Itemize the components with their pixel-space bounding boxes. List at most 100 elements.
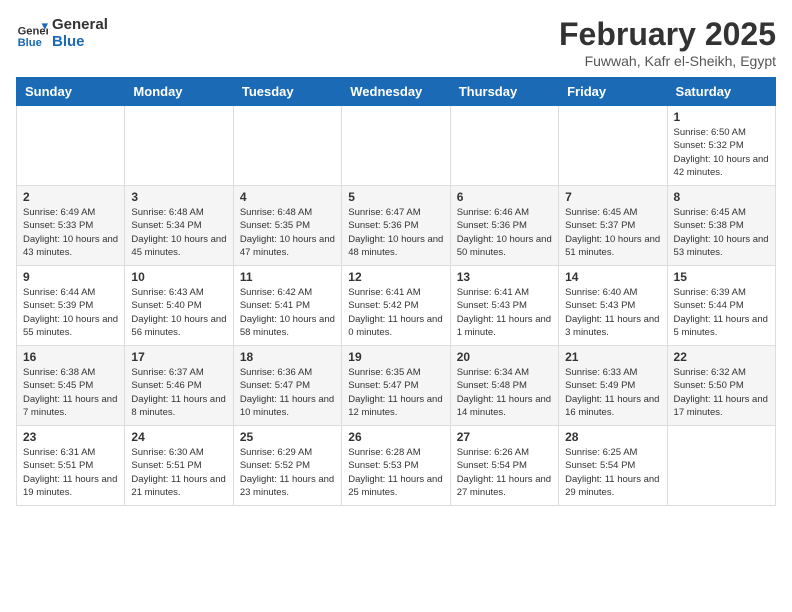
day-cell: 9 Sunrise: 6:44 AM Sunset: 5:39 PM Daylig… bbox=[17, 266, 125, 346]
day-cell bbox=[450, 106, 558, 186]
svg-text:General: General bbox=[18, 26, 48, 38]
day-info: Sunrise: 6:34 AM Sunset: 5:48 PM Dayligh… bbox=[457, 366, 552, 419]
col-header-sunday: Sunday bbox=[17, 78, 125, 106]
day-number: 23 bbox=[23, 430, 118, 444]
day-cell: 3Sunrise: 6:48 AM Sunset: 5:34 PM Daylig… bbox=[125, 186, 233, 266]
week-row-3: 9 Sunrise: 6:44 AM Sunset: 5:39 PM Daylig… bbox=[17, 266, 776, 346]
day-number: 16 bbox=[23, 350, 118, 364]
day-cell: 10 Sunrise: 6:43 AM Sunset: 5:40 PM Dayli… bbox=[125, 266, 233, 346]
day-cell bbox=[559, 106, 667, 186]
day-info: Sunrise: 6:26 AM Sunset: 5:54 PM Dayligh… bbox=[457, 446, 552, 499]
month-title: February 2025 bbox=[559, 16, 776, 53]
day-number: 24 bbox=[131, 430, 226, 444]
logo-line1: General bbox=[52, 16, 108, 33]
week-row-1: 1Sunrise: 6:50 AM Sunset: 5:32 PM Daylig… bbox=[17, 106, 776, 186]
day-cell: 2 Sunrise: 6:49 AM Sunset: 5:33 PM Daylig… bbox=[17, 186, 125, 266]
day-info: Sunrise: 6:41 AM Sunset: 5:42 PM Dayligh… bbox=[348, 286, 443, 339]
day-cell: 26 Sunrise: 6:28 AM Sunset: 5:53 PM Dayli… bbox=[342, 426, 450, 506]
day-info: Sunrise: 6:49 AM Sunset: 5:33 PM Dayligh… bbox=[23, 206, 118, 259]
day-cell: 16 Sunrise: 6:38 AM Sunset: 5:45 PM Dayli… bbox=[17, 346, 125, 426]
day-cell: 23 Sunrise: 6:31 AM Sunset: 5:51 PM Dayli… bbox=[17, 426, 125, 506]
day-info: Sunrise: 6:44 AM Sunset: 5:39 PM Dayligh… bbox=[23, 286, 118, 339]
day-number: 2 bbox=[23, 190, 118, 204]
day-cell: 27 Sunrise: 6:26 AM Sunset: 5:54 PM Dayli… bbox=[450, 426, 558, 506]
day-number: 27 bbox=[457, 430, 552, 444]
day-info: Sunrise: 6:39 AM Sunset: 5:44 PM Dayligh… bbox=[674, 286, 769, 339]
day-cell: 15 Sunrise: 6:39 AM Sunset: 5:44 PM Dayli… bbox=[667, 266, 775, 346]
day-info: Sunrise: 6:42 AM Sunset: 5:41 PM Dayligh… bbox=[240, 286, 335, 339]
day-number: 4 bbox=[240, 190, 335, 204]
day-info: Sunrise: 6:37 AM Sunset: 5:46 PM Dayligh… bbox=[131, 366, 226, 419]
day-info: Sunrise: 6:41 AM Sunset: 5:43 PM Dayligh… bbox=[457, 286, 552, 339]
day-number: 18 bbox=[240, 350, 335, 364]
day-number: 13 bbox=[457, 270, 552, 284]
title-block: February 2025 Fuwwah, Kafr el-Sheikh, Eg… bbox=[559, 16, 776, 69]
day-number: 25 bbox=[240, 430, 335, 444]
day-number: 12 bbox=[348, 270, 443, 284]
day-info: Sunrise: 6:36 AM Sunset: 5:47 PM Dayligh… bbox=[240, 366, 335, 419]
day-cell: 4 Sunrise: 6:48 AM Sunset: 5:35 PM Daylig… bbox=[233, 186, 341, 266]
day-info: Sunrise: 6:35 AM Sunset: 5:47 PM Dayligh… bbox=[348, 366, 443, 419]
day-cell: 5 Sunrise: 6:47 AM Sunset: 5:36 PM Daylig… bbox=[342, 186, 450, 266]
day-number: 1 bbox=[674, 110, 769, 124]
col-header-friday: Friday bbox=[559, 78, 667, 106]
day-number: 14 bbox=[565, 270, 660, 284]
day-cell: 7 Sunrise: 6:45 AM Sunset: 5:37 PM Daylig… bbox=[559, 186, 667, 266]
day-cell: 20 Sunrise: 6:34 AM Sunset: 5:48 PM Dayli… bbox=[450, 346, 558, 426]
day-info: Sunrise: 6:40 AM Sunset: 5:43 PM Dayligh… bbox=[565, 286, 660, 339]
day-info: Sunrise: 6:32 AM Sunset: 5:50 PM Dayligh… bbox=[674, 366, 769, 419]
day-cell: 24 Sunrise: 6:30 AM Sunset: 5:51 PM Dayli… bbox=[125, 426, 233, 506]
day-cell: 6 Sunrise: 6:46 AM Sunset: 5:36 PM Daylig… bbox=[450, 186, 558, 266]
col-header-wednesday: Wednesday bbox=[342, 78, 450, 106]
day-number: 5 bbox=[348, 190, 443, 204]
day-info: Sunrise: 6:45 AM Sunset: 5:37 PM Dayligh… bbox=[565, 206, 660, 259]
day-number: 15 bbox=[674, 270, 769, 284]
logo-line2: Blue bbox=[52, 33, 108, 50]
svg-text:Blue: Blue bbox=[18, 37, 42, 49]
day-cell: 14 Sunrise: 6:40 AM Sunset: 5:43 PM Dayli… bbox=[559, 266, 667, 346]
day-cell: 17 Sunrise: 6:37 AM Sunset: 5:46 PM Dayli… bbox=[125, 346, 233, 426]
day-number: 11 bbox=[240, 270, 335, 284]
page-header: General Blue General Blue February 2025 … bbox=[16, 16, 776, 69]
day-cell: 11 Sunrise: 6:42 AM Sunset: 5:41 PM Dayli… bbox=[233, 266, 341, 346]
week-row-5: 23 Sunrise: 6:31 AM Sunset: 5:51 PM Dayli… bbox=[17, 426, 776, 506]
logo: General Blue General Blue bbox=[16, 16, 108, 50]
day-info: Sunrise: 6:38 AM Sunset: 5:45 PM Dayligh… bbox=[23, 366, 118, 419]
day-number: 19 bbox=[348, 350, 443, 364]
calendar-table: SundayMondayTuesdayWednesdayThursdayFrid… bbox=[16, 77, 776, 506]
day-number: 10 bbox=[131, 270, 226, 284]
col-header-monday: Monday bbox=[125, 78, 233, 106]
day-number: 26 bbox=[348, 430, 443, 444]
day-cell: 22 Sunrise: 6:32 AM Sunset: 5:50 PM Dayli… bbox=[667, 346, 775, 426]
day-cell bbox=[233, 106, 341, 186]
day-info: Sunrise: 6:28 AM Sunset: 5:53 PM Dayligh… bbox=[348, 446, 443, 499]
week-row-4: 16 Sunrise: 6:38 AM Sunset: 5:45 PM Dayli… bbox=[17, 346, 776, 426]
day-info: Sunrise: 6:25 AM Sunset: 5:54 PM Dayligh… bbox=[565, 446, 660, 499]
day-cell bbox=[125, 106, 233, 186]
day-info: Sunrise: 6:48 AM Sunset: 5:35 PM Dayligh… bbox=[240, 206, 335, 259]
day-number: 6 bbox=[457, 190, 552, 204]
col-header-tuesday: Tuesday bbox=[233, 78, 341, 106]
logo-icon: General Blue bbox=[16, 17, 48, 49]
day-info: Sunrise: 6:47 AM Sunset: 5:36 PM Dayligh… bbox=[348, 206, 443, 259]
day-number: 9 bbox=[23, 270, 118, 284]
col-header-thursday: Thursday bbox=[450, 78, 558, 106]
day-info: Sunrise: 6:29 AM Sunset: 5:52 PM Dayligh… bbox=[240, 446, 335, 499]
day-cell bbox=[667, 426, 775, 506]
day-cell: 19 Sunrise: 6:35 AM Sunset: 5:47 PM Dayli… bbox=[342, 346, 450, 426]
day-number: 20 bbox=[457, 350, 552, 364]
week-row-2: 2 Sunrise: 6:49 AM Sunset: 5:33 PM Daylig… bbox=[17, 186, 776, 266]
day-number: 3 bbox=[131, 190, 226, 204]
day-number: 21 bbox=[565, 350, 660, 364]
day-number: 17 bbox=[131, 350, 226, 364]
day-info: Sunrise: 6:43 AM Sunset: 5:40 PM Dayligh… bbox=[131, 286, 226, 339]
day-cell: 12 Sunrise: 6:41 AM Sunset: 5:42 PM Dayli… bbox=[342, 266, 450, 346]
day-info: Sunrise: 6:31 AM Sunset: 5:51 PM Dayligh… bbox=[23, 446, 118, 499]
day-info: Sunrise: 6:46 AM Sunset: 5:36 PM Dayligh… bbox=[457, 206, 552, 259]
day-number: 22 bbox=[674, 350, 769, 364]
day-cell bbox=[342, 106, 450, 186]
day-cell: 1Sunrise: 6:50 AM Sunset: 5:32 PM Daylig… bbox=[667, 106, 775, 186]
day-info: Sunrise: 6:30 AM Sunset: 5:51 PM Dayligh… bbox=[131, 446, 226, 499]
day-number: 7 bbox=[565, 190, 660, 204]
day-cell: 25 Sunrise: 6:29 AM Sunset: 5:52 PM Dayli… bbox=[233, 426, 341, 506]
